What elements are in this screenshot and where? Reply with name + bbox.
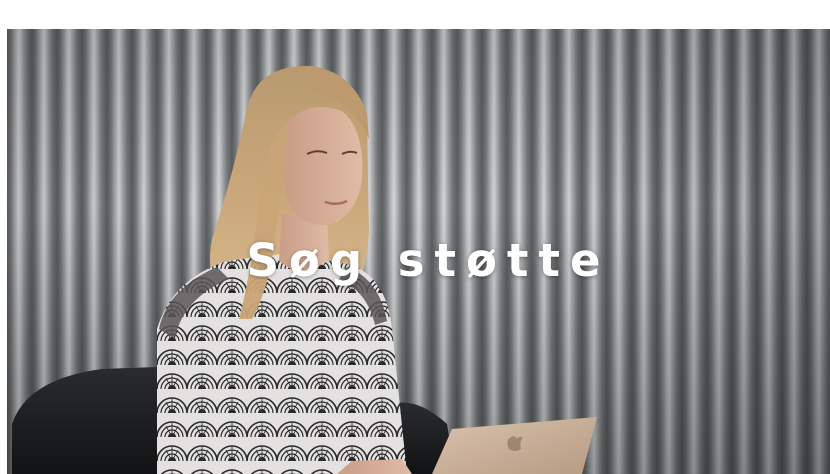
- hero-banner: Søg støtte: [7, 29, 830, 474]
- face: [283, 107, 363, 225]
- page: Søg støtte: [0, 0, 830, 474]
- chair-left: [12, 367, 157, 474]
- hero-title: Søg støtte: [246, 234, 611, 287]
